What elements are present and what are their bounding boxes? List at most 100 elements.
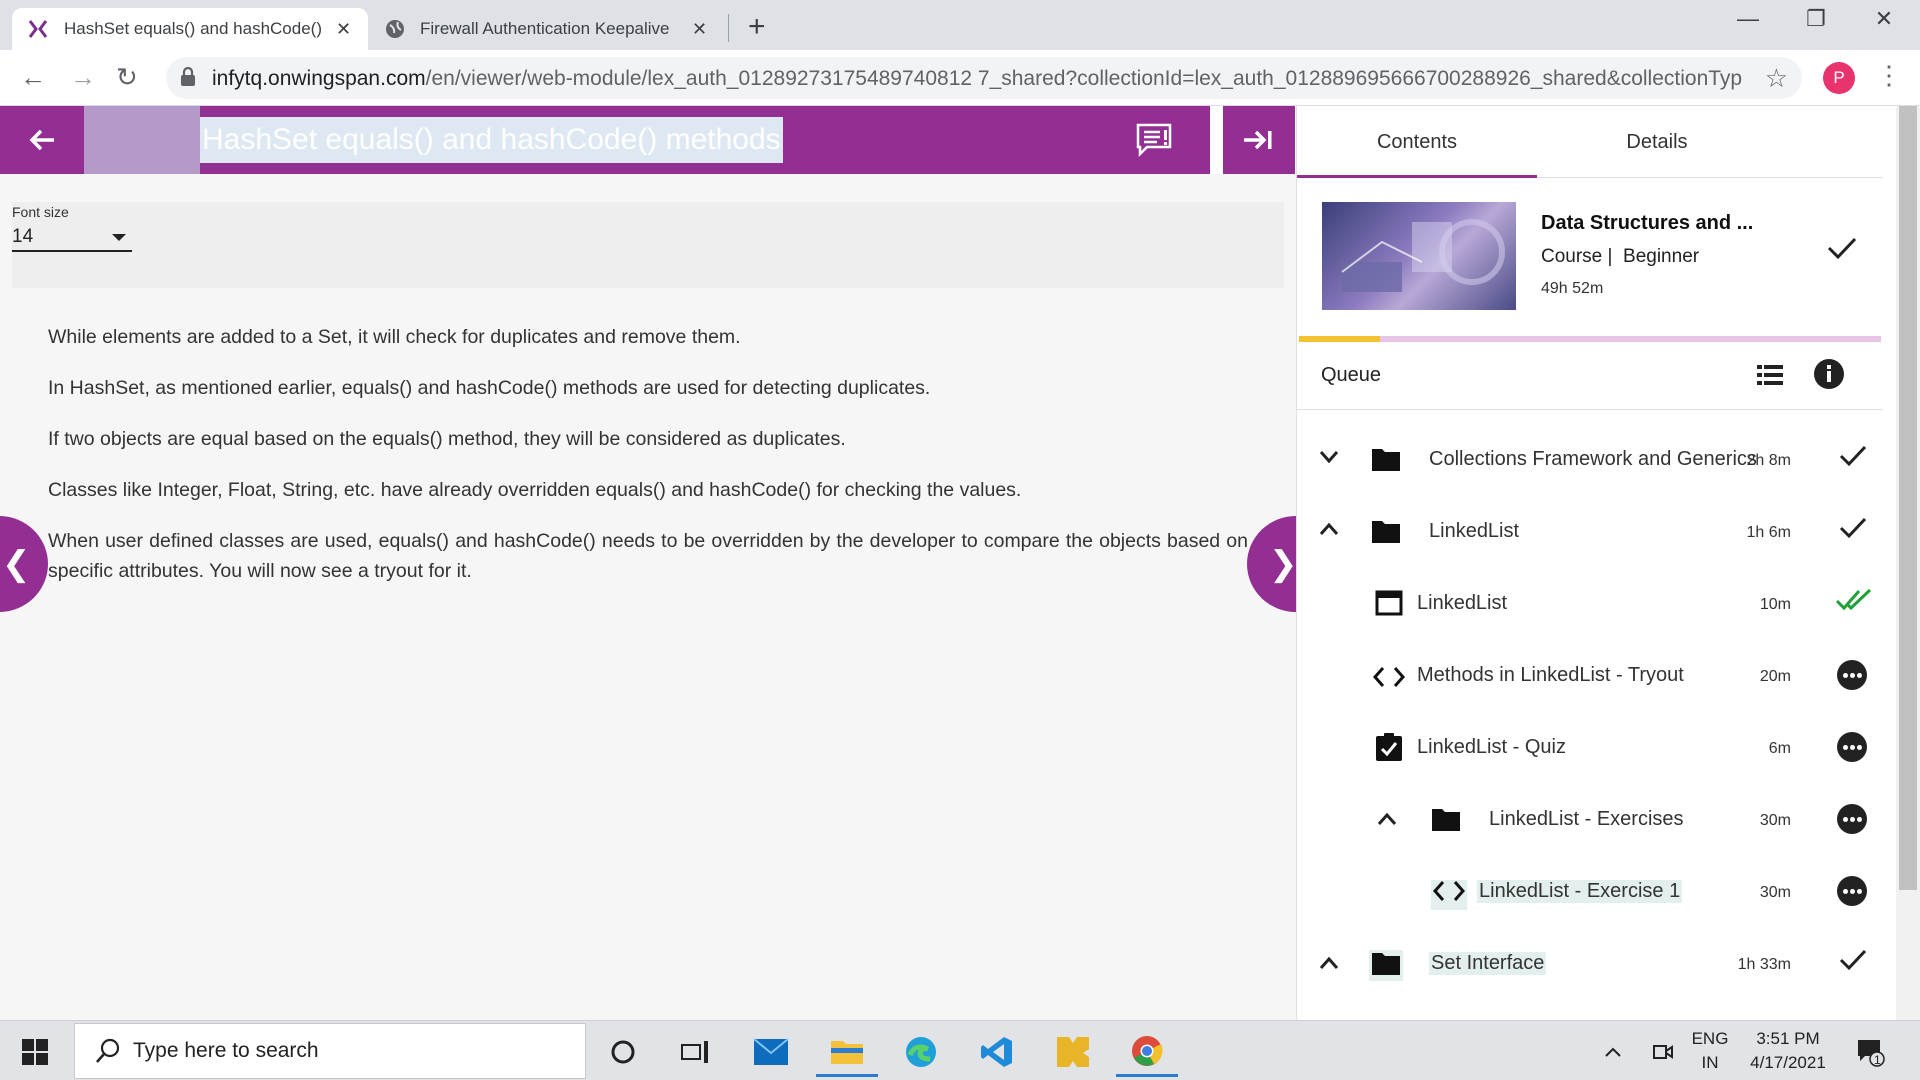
checkmark-icon	[1827, 236, 1857, 265]
tab-details[interactable]: Details	[1537, 106, 1777, 178]
course-title: Data Structures and ...	[1541, 212, 1754, 234]
back-icon[interactable]: ←	[20, 62, 46, 93]
font-size-select[interactable]: 14	[12, 224, 132, 252]
bookmark-star-icon[interactable]: ☆	[1765, 63, 1788, 94]
url-text: infytq.onwingspan.com/en/viewer/web-modu…	[212, 67, 1742, 91]
search-icon	[96, 1038, 120, 1063]
queue-item-time: 30m	[1759, 884, 1791, 901]
file-explorer-icon[interactable]	[816, 1027, 878, 1077]
course-level: Beginner	[1623, 246, 1700, 267]
page-scrollbar[interactable]	[1896, 106, 1920, 1020]
page-title: HashSet equals() and hashCode() methods	[200, 117, 783, 163]
tab-separator	[728, 14, 729, 42]
minimize-icon[interactable]: —	[1718, 6, 1778, 32]
chevron-up-icon[interactable]	[1377, 812, 1397, 831]
queue-item-label: LinkedList - Exercise 1	[1477, 880, 1683, 903]
queue-item-time: 20m	[1759, 668, 1791, 685]
address-bar[interactable]: infytq.onwingspan.com/en/viewer/web-modu…	[166, 57, 1802, 99]
scrollbar-thumb[interactable]	[1899, 106, 1917, 890]
article-paragraph: When user defined classes are used, equa…	[48, 530, 1248, 582]
taskbar-search-box[interactable]: Type here to search	[74, 1023, 586, 1079]
queue-item-time: 10m	[1759, 596, 1791, 613]
chevron-up-icon[interactable]	[1598, 1027, 1628, 1077]
queue-header: Queue	[1297, 342, 1883, 410]
language-indicator[interactable]: ENG IN	[1690, 1027, 1730, 1075]
course-card[interactable]: Data Structures and ... Course | Beginne…	[1297, 178, 1883, 336]
queue-item-label: Methods in LinkedList - Tryout	[1417, 664, 1684, 686]
queue-item[interactable]: LinkedList - Exercises 30m	[1297, 786, 1883, 858]
queue-item-time: 1h 33m	[1737, 956, 1791, 973]
browser-toolbar: ← → ↻ infytq.onwingspan.com/en/viewer/we…	[0, 50, 1920, 106]
forward-icon[interactable]: →	[70, 62, 96, 93]
code-icon	[1372, 666, 1406, 693]
more-options-icon[interactable]	[1837, 804, 1867, 834]
collapse-panel-button[interactable]	[1223, 106, 1295, 174]
checkmark-icon	[1839, 516, 1867, 545]
more-options-icon[interactable]	[1837, 732, 1867, 762]
more-options-icon[interactable]	[1837, 876, 1867, 906]
queue-item-label: Collections Framework and Generics	[1429, 448, 1757, 470]
queue-item-label: LinkedList	[1417, 592, 1508, 614]
browser-tab-strip: HashSet equals() and hashCode() ✕ Firewa…	[0, 0, 1920, 50]
list-view-icon[interactable]	[1757, 364, 1783, 391]
folder-icon	[1371, 446, 1401, 477]
chevron-up-icon[interactable]	[1319, 956, 1339, 975]
taskbar-search-placeholder: Type here to search	[133, 1039, 319, 1062]
queue-item-label: LinkedList	[1429, 520, 1520, 542]
arrow-left-icon	[29, 129, 54, 151]
queue-label: Queue	[1321, 364, 1382, 386]
system-clock[interactable]: 3:51 PM 4/17/2021	[1744, 1027, 1832, 1075]
meeting-icon[interactable]	[1648, 1027, 1678, 1077]
chevron-up-icon[interactable]	[1319, 522, 1339, 541]
chevron-down-icon[interactable]	[1319, 450, 1339, 469]
notes-icon	[1136, 123, 1172, 158]
previous-button[interactable]: ❮	[0, 516, 48, 612]
info-icon[interactable]	[1813, 358, 1845, 395]
queue-item[interactable]: LinkedList - Quiz 6m	[1297, 714, 1883, 786]
course-image-icon	[1341, 219, 1505, 292]
new-tab-icon[interactable]: +	[748, 10, 766, 44]
tab-firewall[interactable]: Firewall Authentication Keepalive ✕	[370, 8, 726, 50]
tab-hashset[interactable]: HashSet equals() and hashCode() ✕	[12, 8, 368, 50]
queue-item[interactable]: LinkedList - Exercise 1 30m	[1297, 858, 1883, 930]
windows-start-icon[interactable]	[22, 1039, 48, 1070]
mail-icon[interactable]	[740, 1027, 802, 1077]
article-paragraph: If two objects are equal based on the eq…	[48, 428, 846, 450]
queue-item[interactable]: LinkedList 10m	[1297, 570, 1883, 642]
notification-count: 1	[1874, 1053, 1881, 1067]
task-view-icon[interactable]	[664, 1027, 726, 1077]
clock-time: 3:51 PM	[1756, 1029, 1820, 1048]
chrome-icon[interactable]	[1116, 1027, 1178, 1077]
tab-contents[interactable]: Contents	[1297, 106, 1537, 178]
article-paragraph: Classes like Integer, Float, String, etc…	[48, 479, 1022, 501]
close-tab-icon[interactable]: ✕	[692, 19, 707, 40]
queue-item[interactable]: Set Interface 1h 33m	[1297, 930, 1883, 1002]
more-options-icon[interactable]	[1837, 660, 1867, 690]
site-favicon-icon	[28, 20, 48, 38]
windows-taskbar: Type here to search ENG IN 3:51 PM 4/17/…	[0, 1020, 1920, 1080]
queue-item-label: Set Interface	[1429, 952, 1547, 975]
restore-icon[interactable]: ❐	[1786, 6, 1846, 32]
reload-icon[interactable]: ↻	[116, 62, 138, 93]
profile-avatar[interactable]: P	[1823, 62, 1855, 94]
close-tab-icon[interactable]: ✕	[336, 19, 351, 40]
queue-item[interactable]: LinkedList 1h 6m	[1297, 498, 1883, 570]
edge-browser-icon[interactable]	[890, 1027, 952, 1077]
vscode-icon[interactable]	[966, 1027, 1028, 1077]
puzzle-app-icon[interactable]	[1042, 1027, 1104, 1077]
course-thumbnail	[1322, 202, 1516, 310]
viewer-back-button[interactable]	[0, 106, 84, 174]
cortana-icon[interactable]	[592, 1027, 654, 1077]
browser-menu-icon[interactable]: ⋮	[1876, 60, 1902, 91]
notes-button[interactable]	[1135, 122, 1173, 163]
window-close-icon[interactable]: ✕	[1854, 6, 1914, 32]
queue-item[interactable]: Collections Framework and Generics 2h 8m	[1297, 426, 1883, 498]
queue-item[interactable]: Methods in LinkedList - Tryout 20m	[1297, 642, 1883, 714]
chevron-right-icon: ❯	[1269, 545, 1298, 583]
clock-date: 4/17/2021	[1750, 1053, 1826, 1072]
course-duration: 49h 52m	[1541, 280, 1604, 297]
course-meta: Course | Beginner	[1541, 246, 1700, 267]
double-check-icon	[1835, 588, 1873, 617]
queue-item-time: 1h 6m	[1746, 524, 1791, 541]
notification-center-icon[interactable]: 1	[1850, 1027, 1890, 1077]
